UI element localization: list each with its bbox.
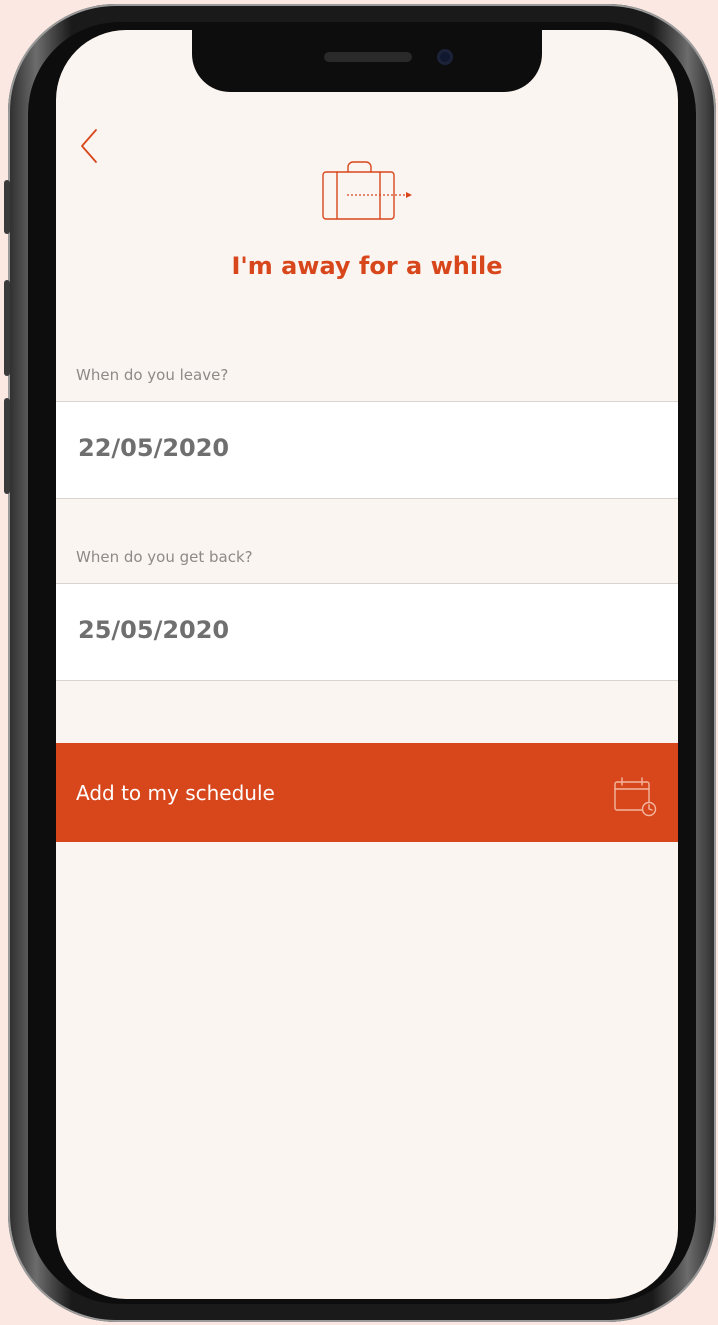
return-date-label: When do you get back?	[76, 548, 253, 566]
chevron-left-icon	[81, 129, 97, 163]
return-date-value: 25/05/2020	[78, 616, 230, 644]
calendar-clock-icon	[613, 777, 661, 817]
notch	[192, 30, 542, 92]
back-button[interactable]	[72, 126, 106, 166]
leave-date-value: 22/05/2020	[78, 434, 230, 462]
suitcase-icon	[320, 158, 414, 222]
volume-down-button	[4, 398, 10, 494]
add-to-schedule-button[interactable]: Add to my schedule	[56, 743, 678, 842]
leave-date-label: When do you leave?	[76, 366, 229, 384]
front-camera	[437, 49, 453, 65]
return-date-field[interactable]: 25/05/2020	[56, 583, 678, 681]
app-screen: I'm away for a while When do you leave? …	[56, 30, 678, 1299]
add-to-schedule-label: Add to my schedule	[76, 781, 275, 805]
mute-switch	[4, 180, 10, 234]
speaker-grille	[324, 52, 412, 62]
volume-up-button	[4, 280, 10, 376]
page-title: I'm away for a while	[231, 252, 503, 280]
leave-date-field[interactable]: 22/05/2020	[56, 401, 678, 499]
